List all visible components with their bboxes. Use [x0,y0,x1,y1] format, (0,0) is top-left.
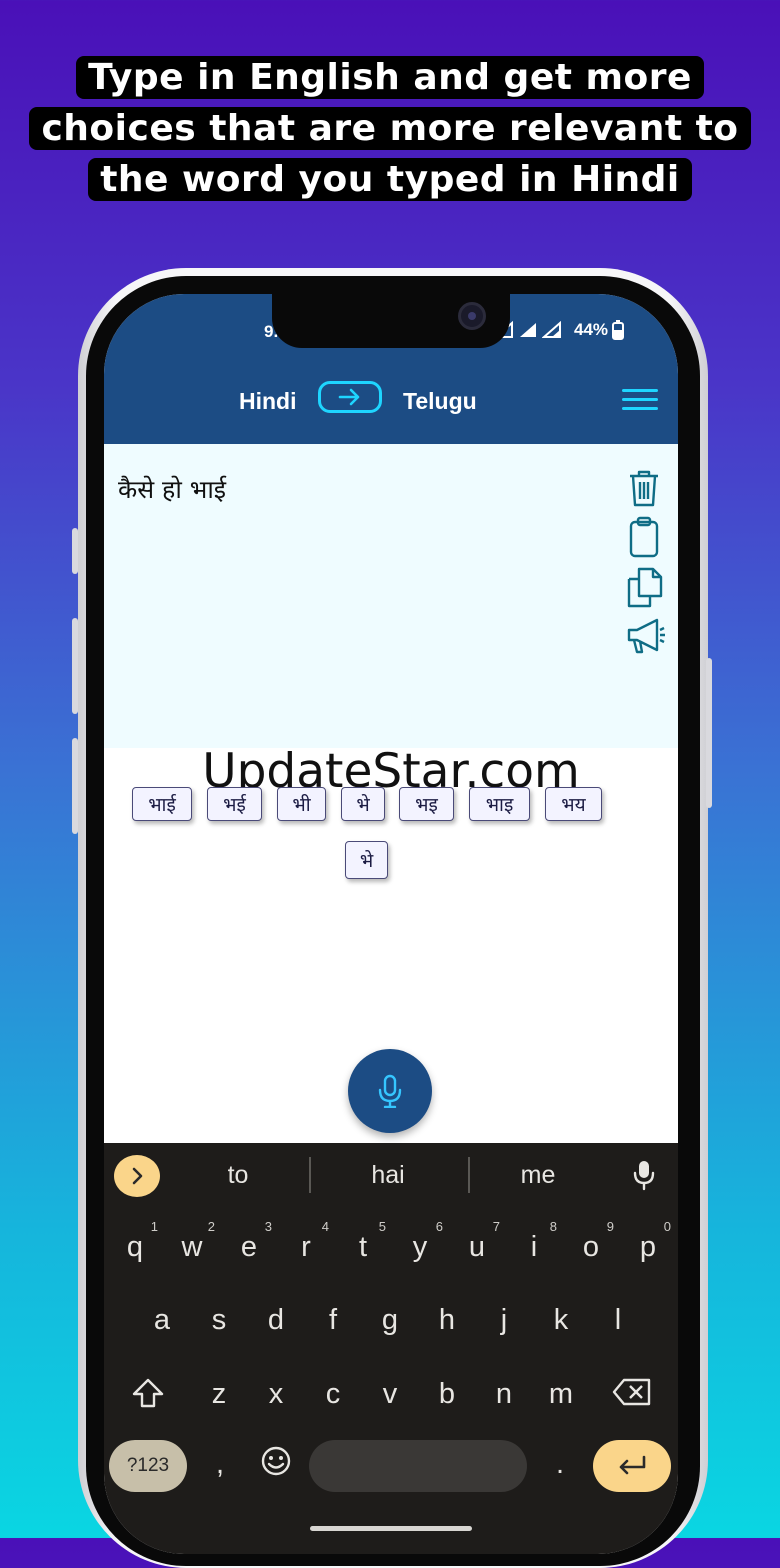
suggestion-chip[interactable]: भाई [132,787,192,821]
signal-icon [520,323,536,337]
key-o[interactable]: o9 [566,1219,616,1264]
shift-key[interactable] [123,1376,173,1418]
suggestion-chip[interactable]: भी [277,787,326,821]
key-d[interactable]: d [251,1304,301,1337]
key-c[interactable]: c [308,1378,358,1411]
key-f[interactable]: f [308,1304,358,1337]
battery-percent: 44% [574,320,609,339]
front-camera [458,302,486,330]
enter-icon [619,1455,646,1475]
backspace-key[interactable] [607,1376,657,1416]
status-icons: 44% [494,320,625,340]
key-t[interactable]: t5 [338,1219,388,1264]
phone-side-button [72,528,78,574]
key-u[interactable]: u7 [452,1219,502,1264]
home-indicator[interactable] [310,1526,472,1531]
suggestion-chip[interactable]: भइ [399,787,454,821]
key-p[interactable]: p0 [623,1219,673,1264]
emoji-icon [261,1446,291,1476]
soft-keyboard: to hai me q1 w2 e3 r4 t5 y6 u7 i8 o9 p0 … [104,1143,678,1554]
key-r[interactable]: r4 [281,1219,331,1264]
key-e[interactable]: e3 [224,1219,274,1264]
key-a[interactable]: a [137,1304,187,1337]
key-y[interactable]: y6 [395,1219,445,1264]
key-h[interactable]: h [422,1304,472,1337]
trash-icon[interactable] [626,468,662,508]
headline-line-3: the word you typed in Hindi [88,158,692,201]
key-s[interactable]: s [194,1304,244,1337]
key-i[interactable]: i8 [509,1219,559,1264]
key-m[interactable]: m [536,1378,586,1411]
phone-power-button [706,658,712,808]
phone-volume-up-button [72,618,78,714]
key-l[interactable]: l [593,1304,643,1337]
comma-key[interactable]: , [195,1448,245,1481]
key-n[interactable]: n [479,1378,529,1411]
input-text[interactable]: कैसे हो भाई [118,472,226,506]
backspace-icon [612,1378,651,1406]
key-j[interactable]: j [479,1304,529,1337]
microphone-icon [633,1161,655,1191]
hamburger-menu-icon[interactable] [622,389,658,413]
suggestion-chip[interactable]: भे [341,787,385,821]
target-language-button[interactable]: Telugu [403,388,477,415]
symbols-key[interactable]: ?123 [109,1440,187,1492]
arrow-right-icon [338,388,360,406]
signal-icon [542,321,561,338]
keyboard-suggestion[interactable]: hai [336,1161,440,1190]
suggestion-chip[interactable]: भई [207,787,262,821]
battery-icon [612,320,625,340]
keyboard-voice-button[interactable] [632,1159,656,1195]
chevron-right-icon [132,1167,143,1185]
suggestion-chip[interactable]: भाइ [469,787,530,821]
key-g[interactable]: g [365,1304,415,1337]
voice-input-button[interactable] [348,1049,432,1133]
key-x[interactable]: x [251,1378,301,1411]
key-w[interactable]: w2 [167,1219,217,1264]
shift-icon [132,1378,164,1408]
suggestion-chip[interactable]: भय [545,787,602,821]
keyboard-suggestion[interactable]: me [486,1161,590,1190]
swap-language-button[interactable] [318,381,382,413]
space-bar[interactable] [309,1440,527,1492]
headline-line-1: Type in English and get more [76,56,704,99]
microphone-icon [378,1074,402,1108]
key-v[interactable]: v [365,1378,415,1411]
phone-volume-down-button [72,738,78,834]
promo-headline: Type in English and get more choices tha… [0,52,780,205]
copy-icon[interactable] [626,566,663,608]
source-language-button[interactable]: Hindi [239,388,297,415]
phone-screen: 9. 44% Hindi Telugu कैसे हो भाई UpdateSt… [104,294,678,1554]
clipboard-icon[interactable] [626,516,662,558]
emoji-key[interactable] [251,1445,301,1485]
headline-line-2: choices that are more relevant to [29,107,751,150]
key-z[interactable]: z [194,1378,244,1411]
megaphone-icon[interactable] [626,616,665,656]
key-b[interactable]: b [422,1378,472,1411]
camera-notch [272,294,510,348]
suggestion-divider [309,1157,311,1193]
key-k[interactable]: k [536,1304,586,1337]
enter-key[interactable] [593,1440,671,1492]
suggestion-chip[interactable]: भे [345,841,388,879]
keyboard-suggestion[interactable]: to [186,1161,290,1190]
keyboard-expand-button[interactable] [114,1155,160,1197]
period-key[interactable]: . [535,1448,585,1481]
key-q[interactable]: q1 [110,1219,160,1264]
suggestion-divider [468,1157,470,1193]
